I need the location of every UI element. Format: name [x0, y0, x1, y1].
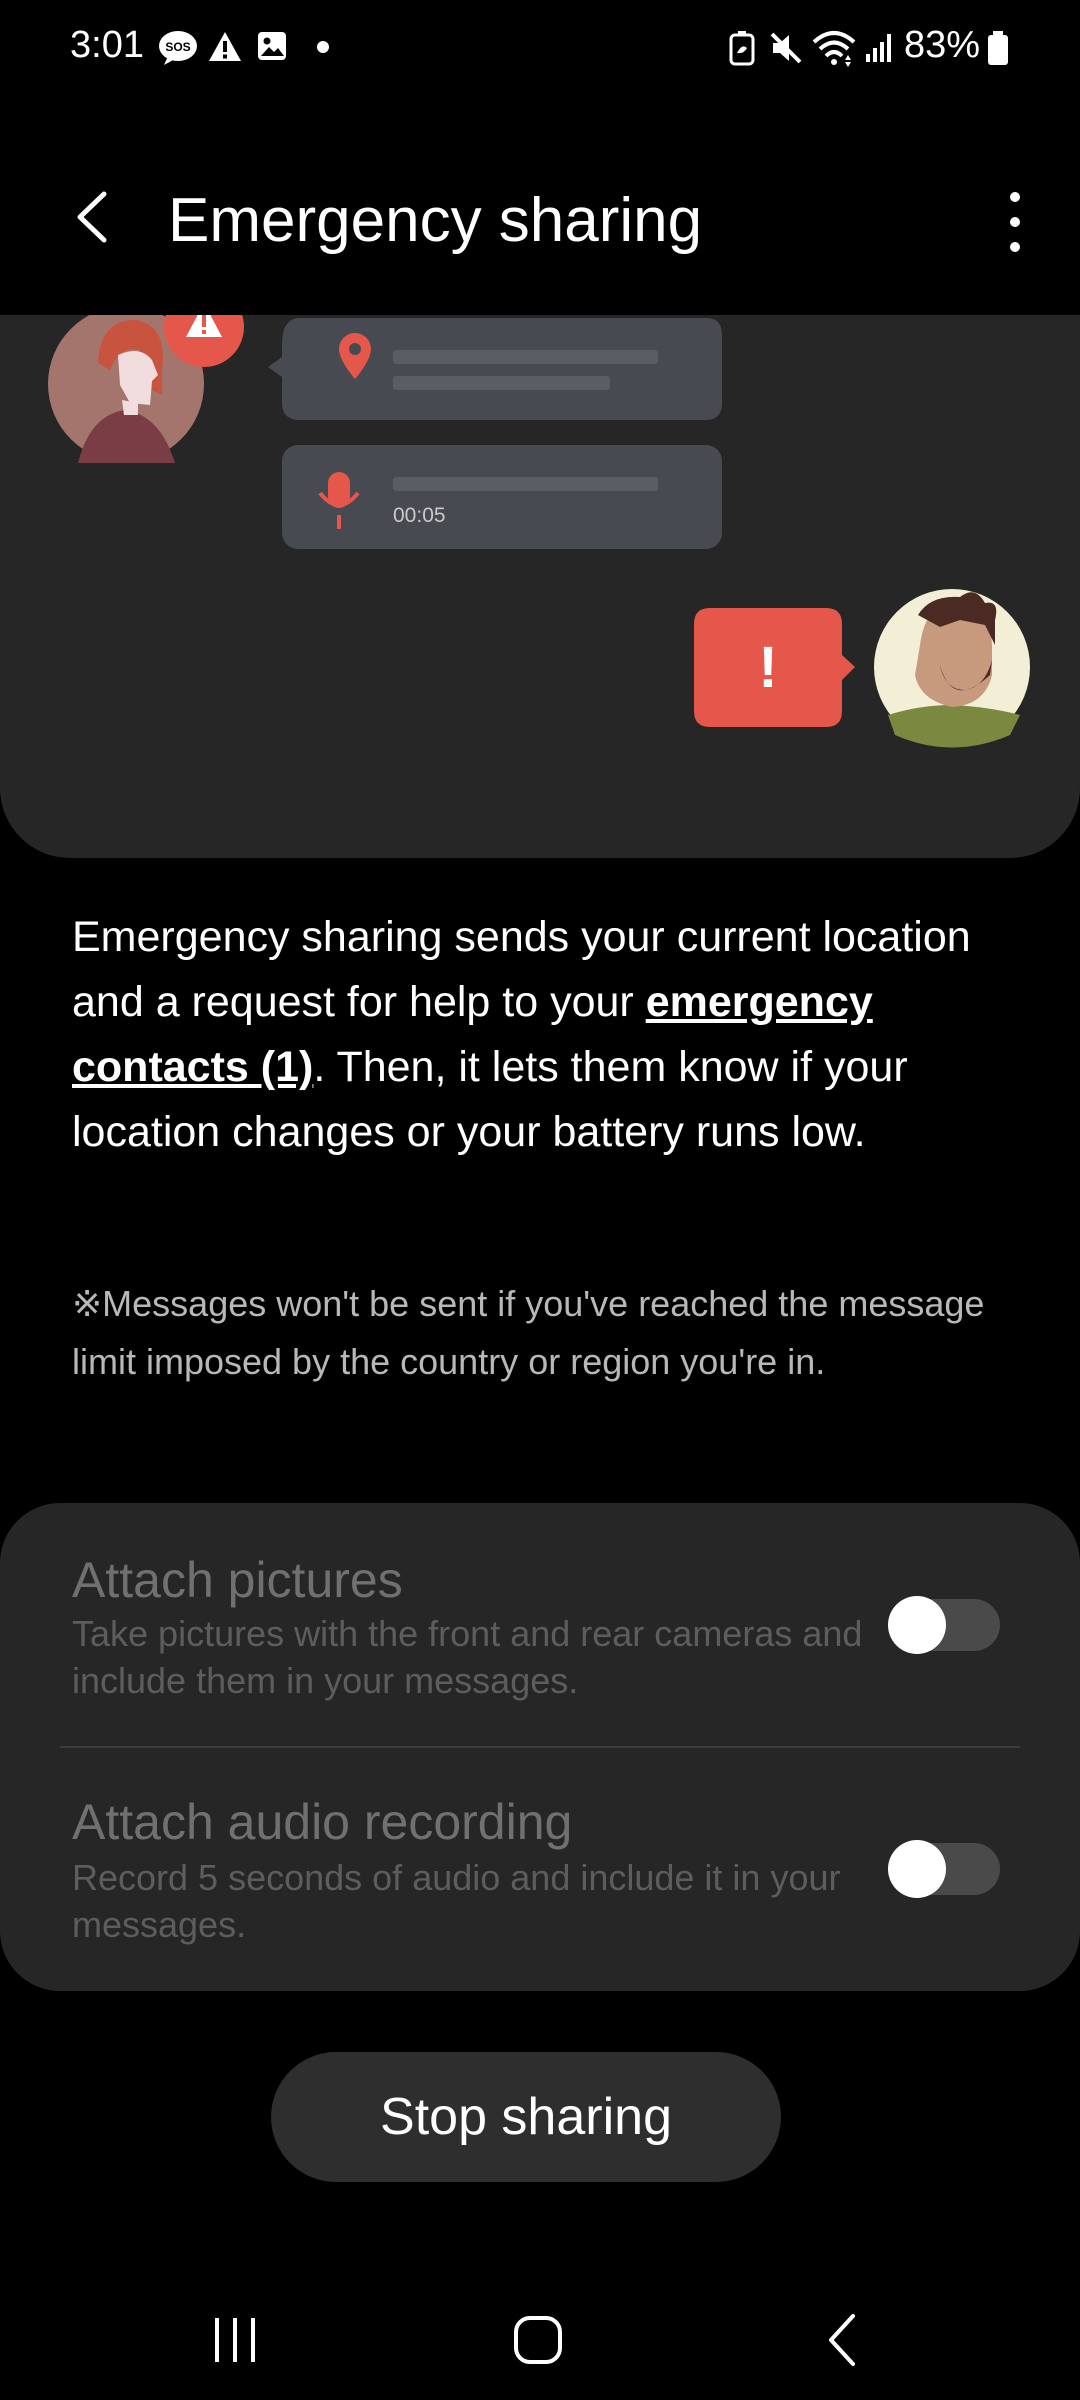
- gallery-icon: [258, 32, 286, 60]
- attach-pictures-row[interactable]: Attach pictures Take pictures with the f…: [0, 1503, 1080, 1743]
- attach-pictures-toggle[interactable]: [888, 1596, 1000, 1654]
- page-title: Emergency sharing: [168, 186, 703, 255]
- signal-icon: [866, 34, 891, 62]
- navigation-bar: [0, 2270, 1080, 2380]
- battery-saver-icon: [729, 31, 755, 66]
- alert-message-bubble: !: [694, 608, 855, 727]
- contact-avatar: [874, 589, 1030, 748]
- recents-icon[interactable]: [190, 2290, 280, 2380]
- battery-icon: [988, 31, 1008, 65]
- attach-audio-toggle[interactable]: [888, 1840, 1000, 1898]
- toggle-knob: [888, 1840, 946, 1898]
- illustration-card: 00:05 !: [0, 315, 1080, 858]
- message-limit-note: ※Messages won't be sent if you've reache…: [72, 1283, 985, 1382]
- home-icon[interactable]: [493, 2290, 583, 2380]
- emergency-illustration: 00:05 !: [48, 315, 1030, 748]
- stop-sharing-button[interactable]: Stop sharing: [271, 2052, 781, 2182]
- audio-duration: 00:05: [393, 504, 446, 527]
- wifi-icon: [812, 31, 856, 67]
- dot-icon: [317, 41, 329, 53]
- attach-audio-row[interactable]: Attach audio recording Record 5 seconds …: [0, 1748, 1080, 1988]
- description-text: Emergency sharing sends your current loc…: [72, 905, 1022, 1165]
- warning-icon: [209, 32, 241, 61]
- sos-icon: SOS: [159, 31, 197, 65]
- attach-pictures-title: Attach pictures: [72, 1552, 403, 1608]
- toggle-knob: [888, 1596, 946, 1654]
- more-options-icon[interactable]: [990, 182, 1040, 262]
- attach-audio-title: Attach audio recording: [72, 1794, 573, 1850]
- back-arrow-icon[interactable]: [60, 182, 130, 252]
- battery-percent: 83%: [903, 24, 980, 66]
- settings-card: Attach pictures Take pictures with the f…: [0, 1503, 1080, 1991]
- svg-text:SOS: SOS: [165, 40, 190, 54]
- status-bar: 3:01 SOS 83%: [0, 0, 1080, 95]
- nav-back-icon[interactable]: [797, 2290, 887, 2380]
- attach-pictures-subtitle: Take pictures with the front and rear ca…: [72, 1613, 863, 1701]
- status-time: 3:01: [70, 24, 144, 66]
- mute-icon: [770, 32, 802, 64]
- alert-symbol: !: [758, 635, 777, 700]
- app-bar: Emergency sharing: [0, 150, 1080, 290]
- audio-bubble: 00:05: [282, 445, 722, 549]
- location-bubble: [268, 318, 722, 420]
- attach-audio-subtitle: Record 5 seconds of audio and include it…: [72, 1857, 841, 1945]
